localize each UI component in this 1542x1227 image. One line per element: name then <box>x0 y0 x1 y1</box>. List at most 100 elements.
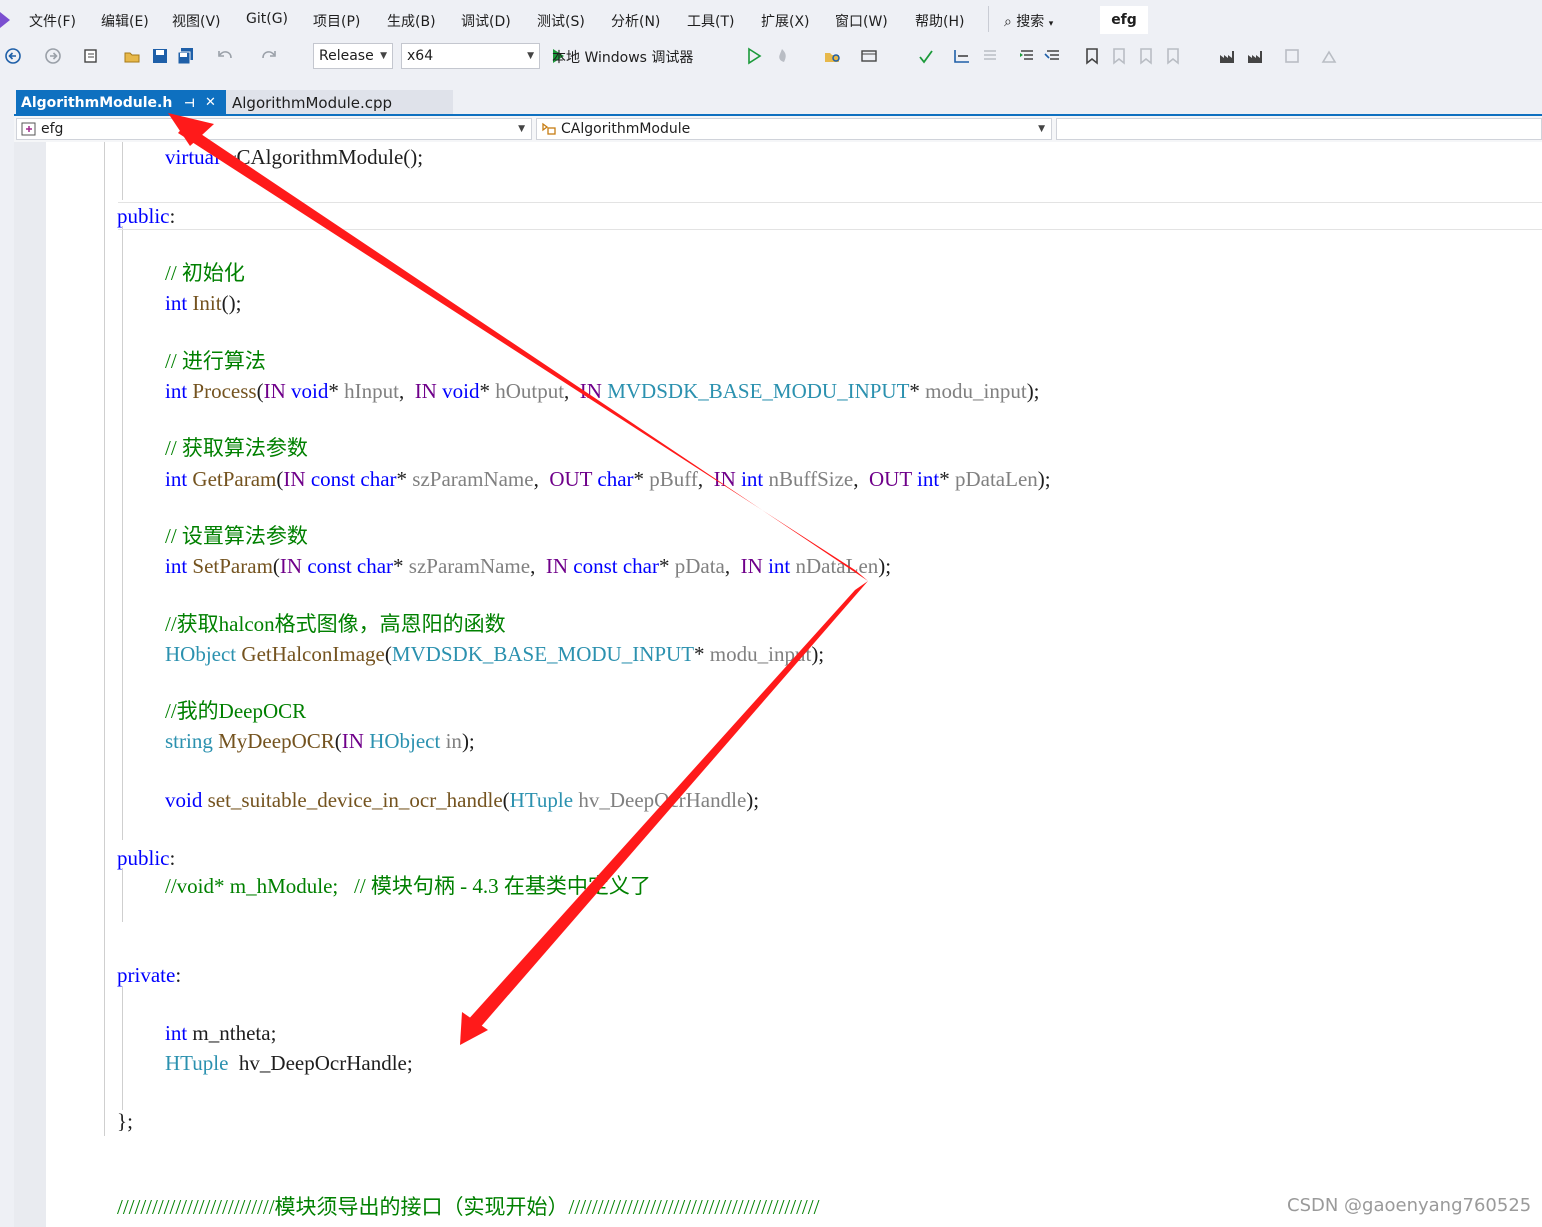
open-icon[interactable] <box>123 47 141 65</box>
new-project-icon[interactable] <box>82 47 100 65</box>
prev-bookmark-icon[interactable] <box>1110 47 1128 65</box>
code-line[interactable]: int GetParam(IN const char* szParamName,… <box>165 466 1051 492</box>
code-line[interactable]: int m_ntheta; <box>165 1020 276 1046</box>
scope-name: CAlgorithmModule <box>561 121 691 137</box>
configuration-select[interactable]: Release ▼ <box>313 43 393 69</box>
menu-tools[interactable]: 工具(T) <box>687 11 734 31</box>
code-comment[interactable]: //我的DeepOCR <box>165 698 306 724</box>
build-icon[interactable] <box>1218 47 1236 65</box>
code-line[interactable]: int Init(); <box>165 290 241 316</box>
code-text: hv_DeepOcrHandle; <box>228 1051 413 1075</box>
chevron-down-icon: ▼ <box>518 124 525 134</box>
code-comment[interactable]: ///////////////////////////模块须导出的接口（实现开始… <box>117 1194 819 1220</box>
code-comment[interactable]: //void* m_hModule; // 模块句柄 - 4.3 在基类中定义了 <box>165 873 651 899</box>
menu-build[interactable]: 生成(B) <box>387 11 436 31</box>
code-line[interactable]: public: <box>117 845 175 871</box>
forward-icon[interactable] <box>44 47 62 65</box>
menu-extensions[interactable]: 扩展(X) <box>761 11 810 31</box>
bookmark-icon[interactable] <box>1083 47 1101 65</box>
menu-help[interactable]: 帮助(H) <box>915 11 964 31</box>
menu-debug[interactable]: 调试(D) <box>461 11 511 31</box>
platform-select[interactable]: x64 ▼ <box>401 43 540 69</box>
comment-lines-icon[interactable] <box>1018 47 1036 65</box>
code-line[interactable]: private: <box>117 962 181 988</box>
save-all-icon[interactable] <box>177 47 195 65</box>
code-line[interactable]: HTuple hv_DeepOcrHandle; <box>165 1050 413 1076</box>
member-dropdown[interactable] <box>1056 118 1542 140</box>
run-debugger-label[interactable]: 本地 Windows 调试器 <box>552 47 693 67</box>
code-comment[interactable]: // 设置算法参数 <box>165 523 308 549</box>
solution-name-badge[interactable]: efg <box>1100 6 1148 34</box>
code-comment[interactable]: // 初始化 <box>165 260 245 286</box>
close-icon[interactable]: ✕ <box>205 90 216 116</box>
deploy-icon[interactable] <box>1320 47 1338 65</box>
menu-view[interactable]: 视图(V) <box>172 11 221 31</box>
clear-bookmarks-icon[interactable] <box>1164 47 1182 65</box>
search-label: 搜索 <box>1016 14 1045 30</box>
chevron-down-icon: ▼ <box>527 51 534 61</box>
comma: , <box>697 467 714 491</box>
search-box[interactable]: ⌕ 搜索 ▾ <box>1004 11 1053 31</box>
code-line[interactable]: virtual ~CAlgorithmModule(); <box>165 144 423 170</box>
menu-test[interactable]: 测试(S) <box>537 11 585 31</box>
function-name: set_suitable_device_in_ocr_handle <box>202 788 503 812</box>
scope-dropdown[interactable]: CAlgorithmModule ▼ <box>536 118 1052 140</box>
next-bookmark-icon[interactable] <box>1137 47 1155 65</box>
hot-reload-icon[interactable] <box>773 47 791 65</box>
back-icon[interactable] <box>4 47 22 65</box>
pointer: * <box>633 467 650 491</box>
macro: IN <box>713 467 736 491</box>
visual-studio-logo-icon[interactable] <box>0 10 14 30</box>
code-line[interactable]: string MyDeepOCR(IN HObject in); <box>165 728 475 754</box>
code-text: : <box>169 846 176 870</box>
toolbar-tool-icon[interactable] <box>860 47 878 65</box>
code-comment[interactable]: // 获取算法参数 <box>165 435 308 461</box>
publish-icon[interactable] <box>1283 47 1301 65</box>
comma: , <box>564 379 580 403</box>
function-name: GetHalconImage <box>236 642 385 666</box>
menu-analyze[interactable]: 分析(N) <box>611 11 660 31</box>
uncomment-lines-icon[interactable] <box>1044 47 1062 65</box>
run-without-debug-icon[interactable] <box>745 47 763 65</box>
indent-icon[interactable] <box>953 47 971 65</box>
code-line[interactable]: HObject GetHalconImage(MVDSDK_BASE_MODU_… <box>165 641 824 667</box>
keyword: int <box>165 291 188 315</box>
menu-git[interactable]: Git(G) <box>246 11 288 27</box>
keyword: char <box>356 554 394 578</box>
spell-check-icon[interactable] <box>917 47 935 65</box>
pointer: * <box>939 467 955 491</box>
code-line[interactable]: void set_suitable_device_in_ocr_handle(H… <box>165 787 759 813</box>
keyword: int <box>165 554 188 578</box>
rebuild-icon[interactable] <box>1246 47 1264 65</box>
pin-icon[interactable]: ⊣ <box>184 90 195 116</box>
find-files-icon[interactable] <box>824 47 842 65</box>
menu-file[interactable]: 文件(F) <box>29 11 76 31</box>
param-name: hv_DeepOcrHandle <box>578 788 747 812</box>
tab-algorithmmodule-cpp[interactable]: AlgorithmModule.cpp <box>226 90 453 116</box>
redo-icon[interactable] <box>260 47 278 65</box>
function-name: MyDeepOCR <box>212 729 335 753</box>
type-name: HTuple <box>509 788 574 812</box>
pointer: * <box>479 379 496 403</box>
code-text: : <box>169 204 176 228</box>
project-dropdown[interactable]: efg ▼ <box>16 118 532 140</box>
code-text: ~CAlgorithmModule(); <box>219 145 424 169</box>
code-line[interactable]: int SetParam(IN const char* szParamName,… <box>165 553 891 579</box>
menu-edit[interactable]: 编辑(E) <box>101 11 149 31</box>
code-comment[interactable]: // 进行算法 <box>165 348 266 374</box>
paren: ( <box>256 379 264 403</box>
code-text: m_ntheta; <box>187 1021 277 1045</box>
code-editor[interactable]: virtual ~CAlgorithmModule(); public: // … <box>14 142 1542 1227</box>
code-line[interactable]: int Process(IN void* hInput, IN void* hO… <box>165 378 1040 404</box>
menu-project[interactable]: 项目(P) <box>313 11 360 31</box>
menu-window[interactable]: 窗口(W) <box>835 11 888 31</box>
tab-algorithmmodule-h[interactable]: AlgorithmModule.h ⊣ ✕ <box>16 90 226 116</box>
solution-explorer-strip[interactable] <box>0 74 14 1227</box>
outdent-icon[interactable] <box>981 47 999 65</box>
code-line[interactable]: }; <box>117 1108 133 1134</box>
param-name: nDataLen <box>795 554 879 578</box>
save-icon[interactable] <box>151 47 169 65</box>
undo-icon[interactable] <box>216 47 234 65</box>
code-line[interactable]: public: <box>117 203 175 229</box>
code-comment[interactable]: //获取halcon格式图像，高恩阳的函数 <box>165 611 506 637</box>
